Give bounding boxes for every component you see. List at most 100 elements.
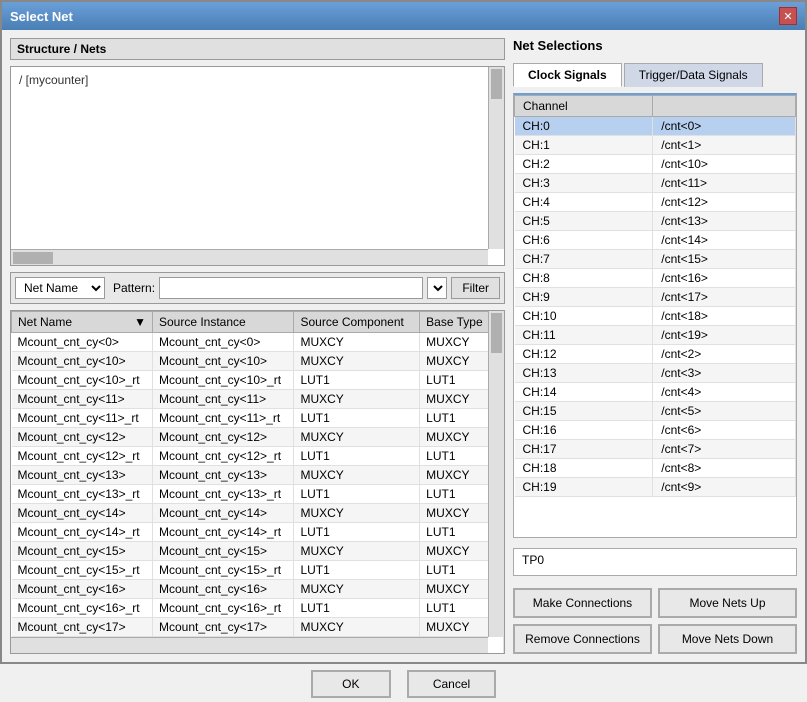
- horizontal-scrollbar[interactable]: [11, 249, 488, 265]
- table-cell: MUXCY: [294, 333, 420, 352]
- channel-table-wrap[interactable]: Channel CH:0/cnt<0>CH:1/cnt<1>CH:2/cnt<1…: [513, 93, 797, 538]
- channel-row[interactable]: CH:17/cnt<7>: [515, 440, 796, 459]
- table-row[interactable]: Mcount_cnt_cy<13>_rtMcount_cnt_cy<13>_rt…: [12, 485, 504, 504]
- channel-row[interactable]: CH:11/cnt<19>: [515, 326, 796, 345]
- select-net-window: Select Net ✕ Structure / Nets / [mycount…: [0, 0, 807, 664]
- table-row[interactable]: Mcount_cnt_cy<14>Mcount_cnt_cy<14>MUXCYM…: [12, 504, 504, 523]
- table-row[interactable]: Mcount_cnt_cy<15>Mcount_cnt_cy<15>MUXCYM…: [12, 542, 504, 561]
- table-row[interactable]: Mcount_cnt_cy<16>Mcount_cnt_cy<16>MUXCYM…: [12, 580, 504, 599]
- net-selections-label: Net Selections: [513, 38, 797, 53]
- channel-id: CH:11: [515, 326, 653, 345]
- channel-row[interactable]: CH:0/cnt<0>: [515, 117, 796, 136]
- channel-row[interactable]: CH:13/cnt<3>: [515, 364, 796, 383]
- table-cell: Mcount_cnt_cy<15>: [12, 542, 153, 561]
- table-cell: MUXCY: [294, 428, 420, 447]
- table-scroll-thumb[interactable]: [491, 313, 502, 353]
- table-cell: MUXCY: [294, 580, 420, 599]
- table-row[interactable]: Mcount_cnt_cy<11>Mcount_cnt_cy<11>MUXCYM…: [12, 390, 504, 409]
- table-cell: Mcount_cnt_cy<14>_rt: [12, 523, 153, 542]
- net-name-dropdown[interactable]: Net Name: [15, 277, 105, 299]
- table-vscrollbar[interactable]: [488, 311, 504, 637]
- remove-connections-button[interactable]: Remove Connections: [513, 624, 652, 654]
- move-nets-up-button[interactable]: Move Nets Up: [658, 588, 797, 618]
- channel-row[interactable]: CH:7/cnt<15>: [515, 250, 796, 269]
- signal-tabs: Clock Signals Trigger/Data Signals: [513, 63, 797, 87]
- pattern-input[interactable]: [159, 277, 423, 299]
- channel-signal: /cnt<8>: [653, 459, 796, 478]
- table-hscrollbar[interactable]: [11, 637, 488, 653]
- channel-row[interactable]: CH:1/cnt<1>: [515, 136, 796, 155]
- channel-row[interactable]: CH:9/cnt<17>: [515, 288, 796, 307]
- col-header-source-component: Source Component: [294, 312, 420, 333]
- table-cell: Mcount_cnt_cy<16>_rt: [12, 599, 153, 618]
- tree-item-mycounter[interactable]: / [mycounter]: [15, 71, 500, 89]
- channel-id: CH:9: [515, 288, 653, 307]
- net-table[interactable]: Net Name ▼ Source Instance Source Compon…: [10, 310, 505, 654]
- channel-row[interactable]: CH:12/cnt<2>: [515, 345, 796, 364]
- table-row[interactable]: Mcount_cnt_cy<15>_rtMcount_cnt_cy<15>_rt…: [12, 561, 504, 580]
- table-cell: LUT1: [294, 599, 420, 618]
- table-cell: Mcount_cnt_cy<12>: [152, 428, 294, 447]
- table-cell: Mcount_cnt_cy<0>: [152, 333, 294, 352]
- close-button[interactable]: ✕: [779, 7, 797, 25]
- tab-clock-signals[interactable]: Clock Signals: [513, 63, 622, 87]
- structure-tree[interactable]: / [mycounter]: [10, 66, 505, 266]
- channel-signal: /cnt<0>: [653, 117, 796, 136]
- table-cell: Mcount_cnt_cy<16>: [12, 580, 153, 599]
- channel-id: CH:18: [515, 459, 653, 478]
- table-row[interactable]: Mcount_cnt_cy<16>_rtMcount_cnt_cy<16>_rt…: [12, 599, 504, 618]
- channel-row[interactable]: CH:14/cnt<4>: [515, 383, 796, 402]
- ok-button[interactable]: OK: [311, 670, 391, 698]
- channel-signal: /cnt<1>: [653, 136, 796, 155]
- table-cell: Mcount_cnt_cy<14>_rt: [152, 523, 294, 542]
- pattern-label: Pattern:: [113, 281, 155, 295]
- channel-row[interactable]: CH:5/cnt<13>: [515, 212, 796, 231]
- table-cell: LUT1: [294, 523, 420, 542]
- channel-signal: /cnt<3>: [653, 364, 796, 383]
- vertical-scrollbar[interactable]: [488, 67, 504, 249]
- channel-id: CH:14: [515, 383, 653, 402]
- table-row[interactable]: Mcount_cnt_cy<13>Mcount_cnt_cy<13>MUXCYM…: [12, 466, 504, 485]
- table-row[interactable]: Mcount_cnt_cy<10>Mcount_cnt_cy<10>MUXCYM…: [12, 352, 504, 371]
- channel-row[interactable]: CH:10/cnt<18>: [515, 307, 796, 326]
- make-connections-button[interactable]: Make Connections: [513, 588, 652, 618]
- table-row[interactable]: Mcount_cnt_cy<12>_rtMcount_cnt_cy<12>_rt…: [12, 447, 504, 466]
- channel-row[interactable]: CH:18/cnt<8>: [515, 459, 796, 478]
- table-cell: Mcount_cnt_cy<12>_rt: [12, 447, 153, 466]
- move-nets-down-button[interactable]: Move Nets Down: [658, 624, 797, 654]
- table-row[interactable]: Mcount_cnt_cy<11>_rtMcount_cnt_cy<11>_rt…: [12, 409, 504, 428]
- ch-col-signal: [653, 96, 796, 117]
- table-cell: Mcount_cnt_cy<13>_rt: [152, 485, 294, 504]
- channel-row[interactable]: CH:8/cnt<16>: [515, 269, 796, 288]
- h-scroll-thumb[interactable]: [13, 252, 53, 264]
- channel-id: CH:8: [515, 269, 653, 288]
- channel-row[interactable]: CH:6/cnt<14>: [515, 231, 796, 250]
- channel-id: CH:17: [515, 440, 653, 459]
- channel-row[interactable]: CH:19/cnt<9>: [515, 478, 796, 497]
- channel-signal: /cnt<9>: [653, 478, 796, 497]
- table-cell: Mcount_cnt_cy<13>: [152, 466, 294, 485]
- channel-row[interactable]: CH:16/cnt<6>: [515, 421, 796, 440]
- table-row[interactable]: Mcount_cnt_cy<14>_rtMcount_cnt_cy<14>_rt…: [12, 523, 504, 542]
- scroll-thumb[interactable]: [491, 69, 502, 99]
- pattern-type-dropdown[interactable]: [427, 277, 447, 299]
- table-row[interactable]: Mcount_cnt_cy<0>Mcount_cnt_cy<0>MUXCYMUX…: [12, 333, 504, 352]
- channel-row[interactable]: CH:2/cnt<10>: [515, 155, 796, 174]
- channel-id: CH:10: [515, 307, 653, 326]
- channel-row[interactable]: CH:3/cnt<11>: [515, 174, 796, 193]
- table-cell: Mcount_cnt_cy<14>: [152, 504, 294, 523]
- table-row[interactable]: Mcount_cnt_cy<17>Mcount_cnt_cy<17>MUXCYM…: [12, 618, 504, 637]
- cancel-button[interactable]: Cancel: [407, 670, 496, 698]
- tab-trigger-data-signals[interactable]: Trigger/Data Signals: [624, 63, 763, 87]
- filter-button[interactable]: Filter: [451, 277, 500, 299]
- table-cell: MUXCY: [294, 352, 420, 371]
- channel-row[interactable]: CH:15/cnt<5>: [515, 402, 796, 421]
- table-cell: Mcount_cnt_cy<11>_rt: [152, 409, 294, 428]
- channel-row[interactable]: CH:4/cnt<12>: [515, 193, 796, 212]
- bottom-buttons: OK Cancel: [2, 662, 805, 702]
- table-row[interactable]: Mcount_cnt_cy<10>_rtMcount_cnt_cy<10>_rt…: [12, 371, 504, 390]
- table-row[interactable]: Mcount_cnt_cy<12>Mcount_cnt_cy<12>MUXCYM…: [12, 428, 504, 447]
- title-bar: Select Net ✕: [2, 2, 805, 30]
- channel-id: CH:16: [515, 421, 653, 440]
- table-cell: Mcount_cnt_cy<15>_rt: [152, 561, 294, 580]
